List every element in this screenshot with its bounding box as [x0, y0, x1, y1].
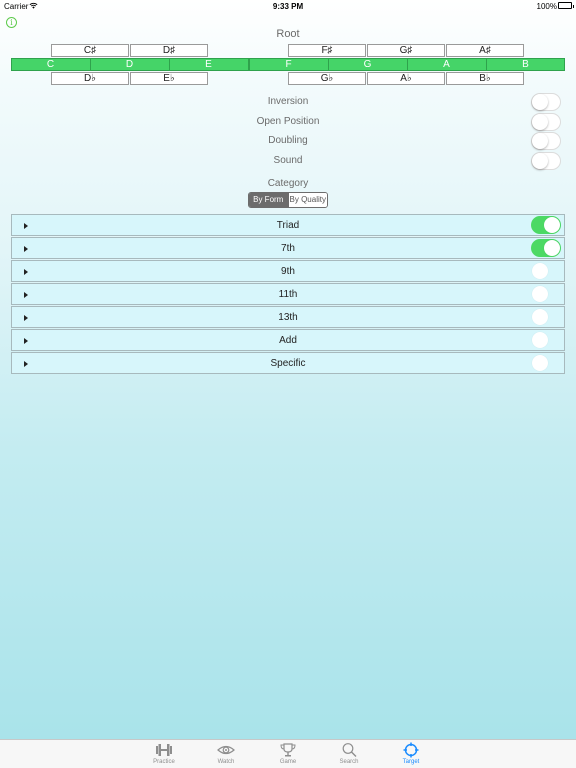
root-key-a-sharp[interactable]: A♯: [446, 44, 524, 57]
battery-icon: [558, 2, 574, 9]
tab-practice[interactable]: Practice: [134, 740, 194, 768]
segment-by-quality[interactable]: By Quality: [287, 193, 327, 207]
option-open-position: Open Position: [0, 113, 576, 131]
status-bar: Carrier 9:33 PM 100%: [0, 0, 576, 12]
tab-label: Watch: [217, 759, 235, 765]
tab-target[interactable]: Target: [381, 740, 441, 768]
category-label-text: 13th: [278, 312, 298, 323]
open-position-switch[interactable]: [531, 113, 561, 131]
root-key-g[interactable]: G: [328, 58, 407, 71]
magnifier-icon: [342, 743, 357, 757]
option-doubling: Doubling: [0, 132, 576, 150]
option-label: Inversion: [267, 96, 309, 107]
doubling-switch[interactable]: [531, 132, 561, 150]
tab-watch[interactable]: Watch: [196, 740, 256, 768]
root-key-f-sharp[interactable]: F♯: [288, 44, 366, 57]
add-switch[interactable]: [531, 331, 561, 349]
root-key-a-flat[interactable]: A♭: [367, 72, 445, 85]
root-key-d-flat[interactable]: D♭: [51, 72, 129, 85]
root-key-e-flat[interactable]: E♭: [130, 72, 208, 85]
battery-percent: 100%: [536, 2, 557, 11]
category-label-text: Specific: [270, 358, 306, 369]
tab-label: Target: [402, 759, 420, 765]
13th-switch[interactable]: [531, 308, 561, 326]
tab-bar: Practice Watch Game Search Target: [0, 739, 576, 768]
category-row-add[interactable]: Add: [11, 329, 565, 351]
eye-icon: [217, 745, 235, 755]
tab-label: Game: [279, 759, 297, 765]
category-label-text: 9th: [281, 266, 295, 277]
clock-text: 9:33 PM: [272, 2, 304, 11]
root-key-b-flat[interactable]: B♭: [446, 72, 524, 85]
root-key-d[interactable]: D: [90, 58, 169, 71]
option-label: Sound: [273, 155, 303, 166]
category-row-11th[interactable]: 11th: [11, 283, 565, 305]
11th-switch[interactable]: [531, 285, 561, 303]
category-label-text: 7th: [281, 243, 295, 254]
sound-switch[interactable]: [531, 152, 561, 170]
root-key-f[interactable]: F: [249, 58, 328, 71]
tab-game[interactable]: Game: [258, 740, 318, 768]
category-row-7th[interactable]: 7th: [11, 237, 565, 259]
triad-switch[interactable]: [531, 216, 561, 234]
root-key-a[interactable]: A: [407, 58, 486, 71]
inversion-switch[interactable]: [531, 93, 561, 111]
dumbbell-icon: [156, 744, 172, 756]
info-icon[interactable]: i: [6, 17, 17, 28]
category-label-text: 11th: [278, 289, 298, 300]
segment-by-form[interactable]: By Form: [249, 193, 288, 207]
option-label: Open Position: [256, 116, 320, 127]
9th-switch[interactable]: [531, 262, 561, 280]
category-row-specific[interactable]: Specific: [11, 352, 565, 374]
category-row-triad[interactable]: Triad: [11, 214, 565, 236]
category-row-9th[interactable]: 9th: [11, 260, 565, 282]
category-label: Category: [267, 178, 309, 189]
trophy-icon: [280, 743, 296, 757]
tab-search[interactable]: Search: [319, 740, 379, 768]
category-segmented-control: By Form By Quality: [248, 192, 328, 208]
tab-label: Search: [339, 759, 359, 765]
specific-switch[interactable]: [531, 354, 561, 372]
root-key-b[interactable]: B: [486, 58, 565, 71]
root-key-g-flat[interactable]: G♭: [288, 72, 366, 85]
option-sound: Sound: [0, 152, 576, 170]
root-key-g-sharp[interactable]: G♯: [367, 44, 445, 57]
category-row-13th[interactable]: 13th: [11, 306, 565, 328]
root-key-e[interactable]: E: [169, 58, 248, 71]
category-label-text: Add: [279, 335, 297, 346]
category-label-text: Triad: [276, 220, 300, 231]
option-inversion: Inversion: [0, 93, 576, 111]
root-key-d-sharp[interactable]: D♯: [130, 44, 208, 57]
root-key-c[interactable]: C: [11, 58, 90, 71]
root-key-c-sharp[interactable]: C♯: [51, 44, 129, 57]
7th-switch[interactable]: [531, 239, 561, 257]
root-label: Root: [276, 28, 300, 40]
option-label: Doubling: [268, 135, 308, 146]
crosshair-icon: [403, 742, 419, 758]
tab-label: Practice: [153, 759, 175, 765]
